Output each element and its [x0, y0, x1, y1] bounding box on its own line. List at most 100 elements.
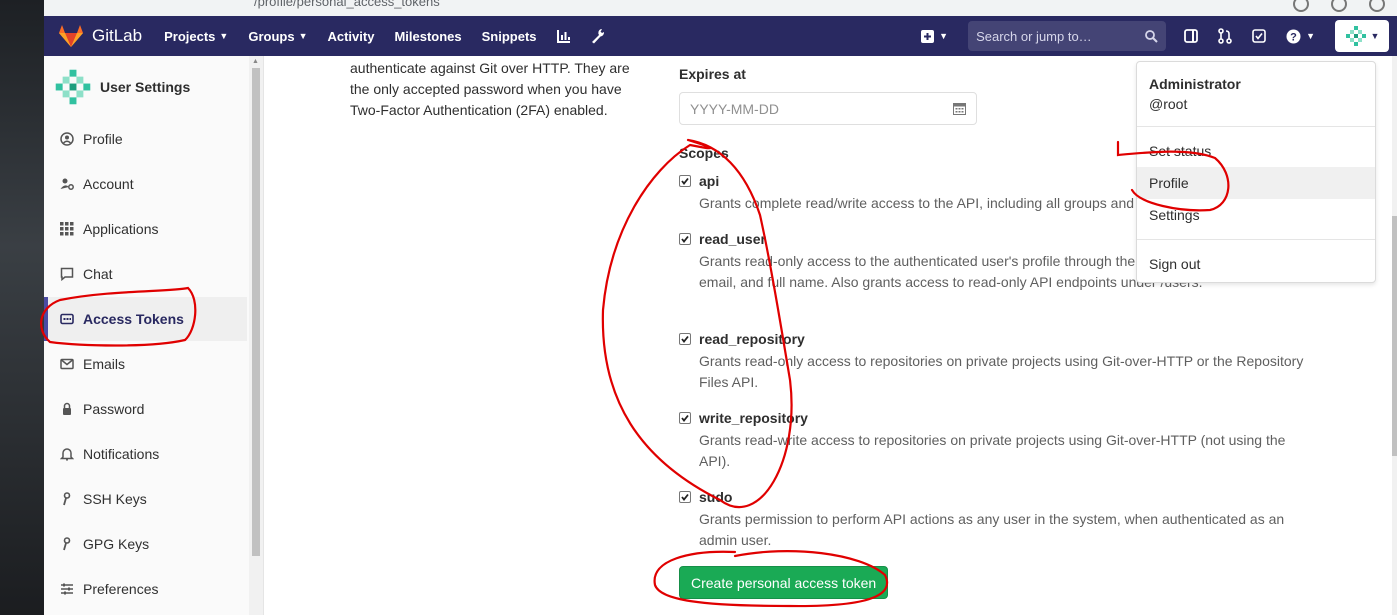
divider: [1137, 239, 1375, 240]
divider: [1137, 126, 1375, 127]
nav-activity[interactable]: Activity: [327, 29, 374, 44]
menu-item-sign-out[interactable]: Sign out: [1137, 248, 1375, 280]
desktop-background: [0, 0, 44, 615]
scope-name: read_user: [699, 231, 766, 247]
wrench-icon[interactable]: [591, 28, 605, 44]
nav-milestones-label: Milestones: [394, 28, 462, 44]
chat-bubble-icon: [60, 267, 74, 281]
sidebar-item-password[interactable]: Password: [44, 387, 247, 431]
nav-snippets-label: Snippets: [481, 28, 537, 44]
create-token-button[interactable]: Create personal access token: [679, 566, 889, 599]
sidebar-title: User Settings: [100, 79, 191, 95]
sidebar-item-gpg-keys[interactable]: GPG Keys: [44, 522, 247, 566]
address-bar[interactable]: /profile/personal_access_tokens: [254, 0, 440, 9]
sidebar-item-label: Preferences: [83, 581, 159, 597]
sidebar-item-applications[interactable]: Applications: [44, 207, 247, 251]
sidebar-item-label: Account: [83, 176, 134, 192]
merge-request-icon[interactable]: [1218, 28, 1232, 44]
sidebar-item-chat[interactable]: Chat: [44, 252, 247, 296]
scope-read-repository-checkbox[interactable]: [679, 333, 691, 345]
bell-icon: [60, 447, 74, 461]
sidebar-scrollbar-thumb[interactable]: [252, 68, 260, 556]
browser-toolbar: /profile/personal_access_tokens: [44, 0, 1397, 16]
scope-sudo: sudo Grants permission to perform API ac…: [679, 487, 1319, 551]
scope-help: Grants read-only access to repositories …: [699, 353, 1304, 390]
dropdown-user-info[interactable]: Administrator @root: [1137, 62, 1375, 118]
envelope-icon: [60, 357, 74, 371]
sidebar-item-label: Applications: [83, 221, 159, 237]
date-placeholder: YYYY-MM-DD: [690, 100, 779, 117]
scope-name: sudo: [699, 489, 733, 505]
scope-read-user-checkbox[interactable]: [679, 233, 691, 245]
scopes-label: Scopes: [679, 145, 729, 161]
page-scrollbar[interactable]: [1392, 56, 1397, 615]
sidebar-item-account[interactable]: Account: [44, 162, 247, 206]
chevron-down-icon: ▼: [298, 31, 308, 41]
settings-sidebar: User Settings Profile Account Applicatio…: [44, 56, 264, 615]
page-scrollbar-thumb[interactable]: [1392, 216, 1397, 456]
nav-groups[interactable]: Groups ▼: [248, 29, 307, 44]
scroll-up-arrow-icon[interactable]: ▲: [252, 58, 259, 65]
sidebar-item-label: Notifications: [83, 446, 160, 462]
menu-item-set-status[interactable]: Set status: [1137, 135, 1375, 167]
help-question-icon[interactable]: ? ▼: [1286, 29, 1315, 44]
applications-grid-icon: [60, 222, 74, 236]
scope-write-repository: write_repository Grants read-write acces…: [679, 408, 1319, 472]
star-icon[interactable]: [1331, 0, 1347, 12]
gitlab-logo[interactable]: GitLab: [58, 24, 164, 48]
scope-write-repository-checkbox[interactable]: [679, 412, 691, 424]
browser-actions: [1293, 0, 1385, 12]
expires-label: Expires at: [679, 66, 746, 82]
avatar: [1345, 26, 1366, 46]
new-item-plus-icon[interactable]: ▼: [921, 29, 948, 43]
sidebar-item-emails[interactable]: Emails: [44, 342, 247, 386]
key-icon: [60, 537, 74, 551]
nav-projects[interactable]: Projects ▼: [164, 29, 228, 44]
chevron-down-icon: ▼: [219, 31, 229, 41]
scope-api-checkbox[interactable]: [679, 175, 691, 187]
profile-icon[interactable]: [1369, 0, 1385, 12]
menu-item-settings[interactable]: Settings: [1137, 199, 1375, 231]
account-gear-icon: [60, 177, 74, 191]
extension-icon[interactable]: [1293, 0, 1309, 12]
calendar-icon: [953, 103, 966, 115]
sidebar-item-label: Profile: [83, 131, 123, 147]
scope-sudo-checkbox[interactable]: [679, 491, 691, 503]
user-circle-icon: [60, 132, 74, 146]
nav-milestones[interactable]: Milestones: [394, 29, 461, 44]
nav-groups-label: Groups: [248, 28, 295, 44]
sidebar-item-preferences[interactable]: Preferences: [44, 567, 247, 611]
sidebar-item-access-tokens[interactable]: Access Tokens: [44, 297, 247, 341]
avatar: [55, 69, 91, 105]
sidebar-panel-icon[interactable]: [1184, 29, 1198, 43]
sidebar-item-ssh-keys[interactable]: SSH Keys: [44, 477, 247, 521]
nav-snippets[interactable]: Snippets: [482, 29, 537, 44]
user-dropdown-menu: Administrator @root Set status Profile S…: [1136, 61, 1376, 283]
sidebar-header[interactable]: User Settings: [44, 56, 263, 118]
svg-text:?: ?: [1290, 31, 1297, 43]
sliders-icon: [60, 582, 74, 596]
token-card-icon: [60, 312, 74, 326]
dropdown-user-name: Administrator: [1149, 76, 1241, 92]
user-avatar-menu[interactable]: ▼: [1335, 20, 1389, 52]
todo-check-icon[interactable]: [1252, 29, 1266, 43]
search-icon: [1145, 29, 1158, 43]
sidebar-item-notifications[interactable]: Notifications: [44, 432, 247, 476]
search-input[interactable]: Search or jump to…: [968, 21, 1167, 51]
sidebar-scrollbar[interactable]: ▲: [249, 56, 263, 615]
menu-item-profile[interactable]: Profile: [1137, 167, 1375, 199]
chevron-down-icon: ▼: [1370, 31, 1380, 41]
gitlab-app: GitLab Projects ▼ Groups ▼ Activity Milest…: [44, 16, 1397, 615]
scope-help: Grants read-write access to repositories…: [699, 432, 1286, 469]
chevron-down-icon: ▼: [1306, 31, 1315, 41]
scope-name: write_repository: [699, 410, 808, 426]
dropdown-user-handle: @root: [1149, 96, 1188, 112]
key-icon: [60, 492, 74, 506]
sidebar-item-profile[interactable]: Profile: [44, 117, 247, 161]
expires-date-field[interactable]: YYYY-MM-DD: [679, 92, 977, 125]
brand-name: GitLab: [92, 26, 143, 45]
tanuki-icon: [59, 25, 83, 47]
top-navbar: GitLab Projects ▼ Groups ▼ Activity Milest…: [44, 16, 1397, 56]
sidebar-item-label: Emails: [83, 356, 126, 372]
admin-chart-icon[interactable]: [556, 29, 571, 43]
